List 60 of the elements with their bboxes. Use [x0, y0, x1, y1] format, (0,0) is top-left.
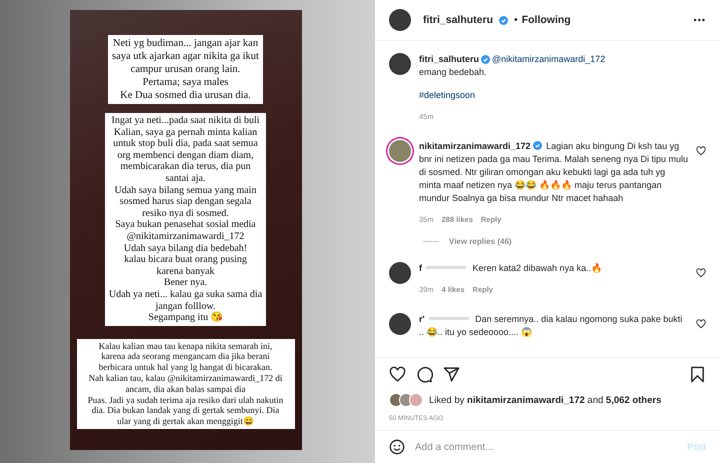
heart-icon[interactable]	[696, 319, 706, 329]
story-text: Kalian, saya ga pernah minta kalian	[112, 126, 258, 138]
story-text: Saya bukan penasehat sosial media	[114, 219, 257, 231]
avatar-icon[interactable]	[389, 262, 411, 284]
liked-by-text: Liked by nikitamirzanimawardi_172 and 5,062 others	[429, 394, 662, 406]
following-label[interactable]: Following	[522, 14, 571, 26]
username[interactable]: fitri_salhuteru	[423, 14, 494, 26]
separator-dot: •	[514, 14, 518, 26]
caption-text: emang bedebah.	[419, 66, 488, 79]
avatar-icon[interactable]	[389, 313, 411, 335]
story-text: jangan folllow.	[154, 300, 216, 312]
comment-text: nikitamirzanimawardi_172 Lagian aku bingung Di ksh tau yg bnr ini netizen pada ga mau Terima. Malah seneng nya Di tipu mulu di sosmed. Ntr giliran omongan aku kebukti lagi ga ada tuh yg minta maaf netizen nya 😂😂 🔥🔥🔥 maju terus pantangan mundur Soalnya ga bisa mundur Ntr macet hahaah	[419, 140, 688, 205]
comment-text: f Keren kata2 dibawah nya ka..🔥	[419, 262, 604, 275]
username[interactable]: fitri_salhuteru	[419, 53, 480, 66]
story-text: saya utk ajarkan agar nikita ga ikut	[112, 50, 259, 63]
story-text: untuk stop buli dia, pada saat semua	[112, 138, 259, 150]
story-text: Bener nya.	[162, 277, 208, 289]
smiley-icon[interactable]	[389, 439, 405, 455]
story-text: Pertama; saya males	[142, 76, 230, 89]
story-text: Neti yg budiman... jangan ajar kan	[112, 37, 259, 50]
heart-icon[interactable]	[696, 146, 706, 156]
story-text: Kalau kalian mau tau kenapa nikita semarah ini,	[98, 340, 274, 352]
story-text: karena ada seorang mengancam dia jika berani	[100, 351, 271, 362]
comment-input[interactable]: Add a comment...	[415, 442, 677, 452]
heart-icon[interactable]	[389, 366, 406, 383]
comment-text: r' Dan seremnya.. dia kalau ngomong suka pake bukti .. 😂.. itu yo sedeoooo.... 😱	[419, 313, 684, 339]
more-options-button[interactable]: •••	[694, 15, 706, 25]
story-text: Udah saya bilang semua yang main	[114, 184, 258, 196]
story-text: resiko nya di sosmed.	[141, 208, 230, 220]
story-text: karena banyak	[155, 266, 216, 278]
story-text: kalau bicara buat orang pusing	[123, 254, 248, 266]
story-text: ancam, dia akan balas sampai dia	[124, 384, 246, 395]
avatar-icon[interactable]	[389, 9, 411, 31]
story-text: dia. Dia bukan landak yang di gertak sembunyi. Dia	[90, 405, 280, 416]
story-text: membicarakan dia terus, dia pun	[119, 161, 252, 173]
mention-link[interactable]: @nikitamirzanimawardi_172	[492, 53, 606, 66]
heart-icon[interactable]	[696, 268, 706, 278]
story-text: org membenci dengan diam diam,	[116, 150, 255, 162]
story-text: sosmed harus siap dengan segala	[118, 196, 252, 208]
story-text: Ke Dua sosmed dia urusan dia.	[119, 89, 252, 102]
story-text: ular yang di gertak akan menggigit😄	[116, 416, 255, 428]
bookmark-icon[interactable]	[689, 366, 706, 383]
story-text: Puas. Jadi ya sudah terima aja resiko dari ulah nakutin	[86, 394, 284, 406]
liker-avatars-icon	[389, 393, 425, 407]
share-icon[interactable]	[443, 366, 460, 383]
story-text: Segampang itu 😘	[147, 312, 224, 324]
avatar-icon[interactable]	[389, 53, 411, 75]
comment-icon[interactable]	[416, 366, 433, 383]
redaction-bar	[428, 317, 469, 320]
hashtag-link[interactable]: #deletingsoon	[419, 89, 706, 102]
story-text: Ingat ya neti...pada saat nikita di buli	[110, 115, 260, 127]
story-text: @nikitamirzanimawardi_172	[126, 230, 246, 243]
story-text: berbicara untuk hal yang lg hangat di bicarakan.	[98, 362, 274, 374]
story-text: campur urusan orang lain.	[130, 63, 242, 76]
verified-badge-icon	[532, 141, 542, 150]
story-text: Udah ya neti... kalau ga suka sama dia	[108, 288, 262, 300]
story-text: Udah saya bilang dia bedebah!	[122, 242, 248, 254]
story-text: santai aja.	[164, 172, 206, 185]
redaction-bar	[426, 266, 466, 269]
story-text: Nah kalian tau, kalau @nikitamirzanimawardi_172 di	[88, 373, 284, 384]
